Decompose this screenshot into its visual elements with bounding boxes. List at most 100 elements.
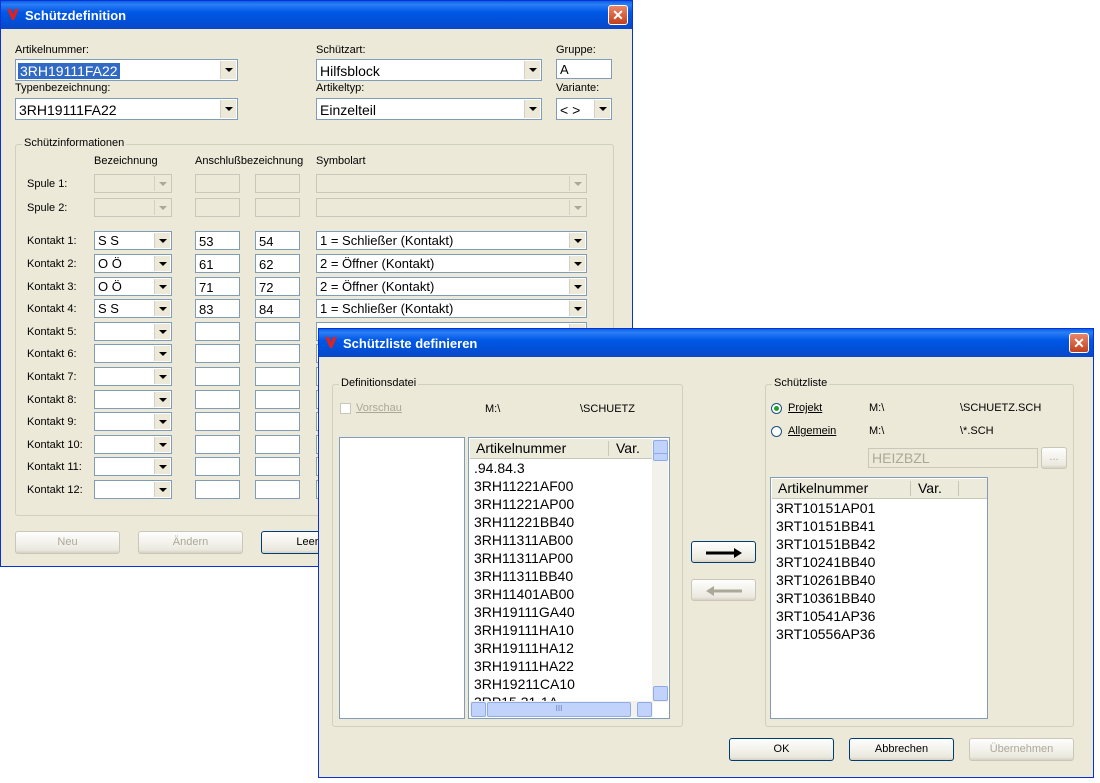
- dropdown-button[interactable]: [154, 392, 170, 407]
- anschluss-2-field[interactable]: 84: [255, 299, 300, 318]
- aendern-button[interactable]: Ändern: [138, 531, 243, 554]
- symbolart-combo[interactable]: [316, 198, 587, 217]
- list-item[interactable]: 3RH11221AF00: [474, 478, 573, 494]
- dropdown-button[interactable]: [569, 256, 585, 271]
- list-item[interactable]: 3RH11311BB40: [474, 568, 573, 584]
- anschluss-2-field[interactable]: [255, 412, 300, 431]
- anschluss-2-field[interactable]: [255, 390, 300, 409]
- list-item[interactable]: 3RT10541AP36: [776, 608, 875, 624]
- col-artikelnummer[interactable]: Artikelnummer: [778, 480, 868, 496]
- dropdown-button[interactable]: [524, 61, 540, 79]
- dropdown-button[interactable]: [524, 100, 540, 118]
- list-item[interactable]: 3RH19111GA40: [474, 604, 575, 620]
- bezeichnung-combo[interactable]: O Ö: [94, 277, 172, 296]
- anschluss-2-field[interactable]: [255, 480, 300, 499]
- list-item[interactable]: 3RT10151BB42: [776, 536, 875, 552]
- list-item[interactable]: 3RT10556AP36: [776, 626, 875, 642]
- dropdown-button[interactable]: [154, 176, 170, 191]
- scroll-down-icon[interactable]: [653, 686, 668, 701]
- dropdown-button[interactable]: [154, 200, 170, 215]
- vertical-scrollbar[interactable]: [652, 439, 668, 702]
- remove-from-list-button[interactable]: [691, 579, 756, 601]
- close-button[interactable]: ✕: [1069, 333, 1089, 353]
- anschluss-1-field[interactable]: [195, 412, 240, 431]
- dropdown-button[interactable]: [220, 100, 236, 118]
- dropdown-button[interactable]: [594, 100, 610, 118]
- dropdown-button[interactable]: [569, 200, 585, 215]
- col-artikelnummer[interactable]: Artikelnummer: [476, 440, 566, 456]
- anschluss-1-field[interactable]: [195, 198, 240, 217]
- list-item[interactable]: 3RH11311AB00: [474, 532, 573, 548]
- symbolart-combo[interactable]: 2 = Öffner (Kontakt): [316, 277, 587, 296]
- list-item[interactable]: 3RT10151BB41: [776, 518, 875, 534]
- symbolart-combo[interactable]: 1 = Schließer (Kontakt): [316, 299, 587, 318]
- bezeichnung-combo[interactable]: O Ö: [94, 254, 172, 273]
- col-var[interactable]: Var.: [616, 440, 640, 456]
- list-item[interactable]: 3RT10151AP01: [776, 500, 875, 516]
- anschluss-1-field[interactable]: [195, 457, 240, 476]
- anschluss-1-field[interactable]: [195, 367, 240, 386]
- anschluss-2-field[interactable]: [255, 344, 300, 363]
- anschluss-1-field[interactable]: [195, 322, 240, 341]
- definition-article-list[interactable]: Artikelnummer Var. .94.84.3 3RH11221AF00 3…: [468, 437, 670, 719]
- dropdown-button[interactable]: [154, 414, 170, 429]
- dropdown-button[interactable]: [569, 279, 585, 294]
- dropdown-button[interactable]: [154, 256, 170, 271]
- symbolart-combo[interactable]: [316, 174, 587, 193]
- list-item[interactable]: 3RH11221AP00: [474, 496, 574, 512]
- anschluss-2-field[interactable]: [255, 367, 300, 386]
- scroll-thumb[interactable]: [653, 453, 668, 461]
- schuetzliste-article-list[interactable]: Artikelnummer Var. 3RT10151AP01 3RT10151B…: [770, 477, 988, 719]
- anschluss-1-field[interactable]: [195, 435, 240, 454]
- dropdown-button[interactable]: [154, 279, 170, 294]
- horizontal-scrollbar[interactable]: III: [470, 701, 653, 717]
- anschluss-1-field[interactable]: 71: [195, 277, 240, 296]
- anschluss-2-field[interactable]: [255, 457, 300, 476]
- list-item[interactable]: 3RH11311AP00: [474, 550, 573, 566]
- projekt-radio[interactable]: [771, 403, 782, 414]
- artikeltyp-combo[interactable]: Einzelteil: [316, 98, 542, 120]
- scroll-left-icon[interactable]: [471, 702, 486, 717]
- variante-combo[interactable]: < >: [556, 98, 612, 120]
- anschluss-2-field[interactable]: [255, 198, 300, 217]
- dropdown-button[interactable]: [154, 369, 170, 384]
- dropdown-button[interactable]: [154, 324, 170, 339]
- scroll-thumb[interactable]: III: [487, 702, 631, 717]
- anschluss-2-field[interactable]: 72: [255, 277, 300, 296]
- uebernehmen-button[interactable]: Übernehmen: [969, 738, 1074, 761]
- anschluss-1-field[interactable]: [195, 390, 240, 409]
- list-item[interactable]: 3RH19111HA10: [474, 622, 574, 638]
- symbolart-combo[interactable]: 2 = Öffner (Kontakt): [316, 254, 587, 273]
- dropdown-button[interactable]: [154, 301, 170, 316]
- gruppe-field[interactable]: A: [556, 59, 612, 79]
- bezeichnung-combo[interactable]: [94, 412, 172, 431]
- anschluss-1-field[interactable]: 83: [195, 299, 240, 318]
- ok-button[interactable]: OK: [729, 738, 834, 761]
- list-item[interactable]: 3RH19211CA10: [474, 676, 575, 692]
- bezeichnung-combo[interactable]: S S: [94, 299, 172, 318]
- bezeichnung-combo[interactable]: [94, 174, 172, 193]
- vorschau-checkbox[interactable]: [340, 403, 351, 414]
- bezeichnung-combo[interactable]: [94, 344, 172, 363]
- anschluss-2-field[interactable]: 54: [255, 231, 300, 250]
- list-item[interactable]: 3RH11221BB40: [474, 514, 574, 530]
- anschluss-2-field[interactable]: 62: [255, 254, 300, 273]
- bezeichnung-combo[interactable]: [94, 367, 172, 386]
- anschluss-1-field[interactable]: [195, 480, 240, 499]
- bezeichnung-combo[interactable]: [94, 390, 172, 409]
- list-item[interactable]: 3RH19111HA22: [474, 658, 574, 674]
- abbrechen-button[interactable]: Abbrechen: [849, 738, 954, 761]
- list-item[interactable]: .94.84.3: [474, 460, 525, 476]
- anschluss-1-field[interactable]: 61: [195, 254, 240, 273]
- dropdown-button[interactable]: [154, 482, 170, 497]
- list-item[interactable]: 3RT10241BB40: [776, 554, 875, 570]
- dropdown-button[interactable]: [154, 437, 170, 452]
- bezeichnung-combo[interactable]: [94, 198, 172, 217]
- bezeichnung-combo[interactable]: [94, 435, 172, 454]
- title-bar[interactable]: Schützliste definieren ✕: [319, 329, 1093, 357]
- browse-button[interactable]: ...: [1041, 447, 1067, 469]
- neu-button[interactable]: Neu: [15, 531, 120, 554]
- list-item[interactable]: 3RT10261BB40: [776, 572, 875, 588]
- add-to-list-button[interactable]: [691, 541, 756, 563]
- col-var[interactable]: Var.: [918, 480, 942, 496]
